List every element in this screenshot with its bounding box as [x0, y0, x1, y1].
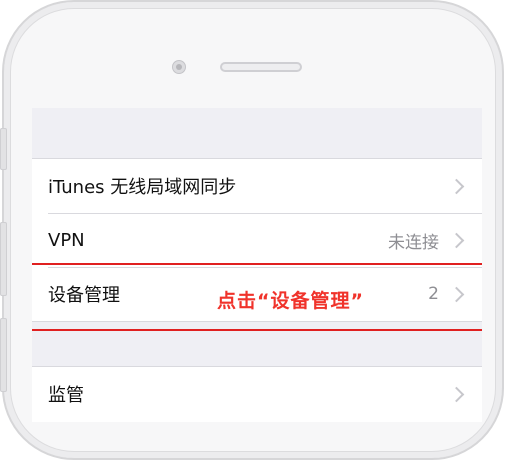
chevron-right-icon: [448, 286, 465, 302]
row-label: 监管: [48, 385, 84, 406]
settings-screen: iTunes 无线局域网同步 VPN 未连接 设备管理 2 点击“设备管理” 监…: [32, 108, 482, 422]
vpn-row[interactable]: VPN 未连接: [32, 213, 482, 267]
highlight-line: [32, 263, 482, 265]
chevron-right-icon: [448, 178, 465, 194]
volume-button: [0, 318, 7, 392]
settings-group: 监管: [32, 366, 482, 422]
front-camera: [172, 60, 186, 74]
row-value: 2: [428, 284, 439, 304]
row-value: 未连接: [388, 232, 439, 253]
chevron-right-icon: [448, 386, 465, 402]
itunes-wifi-sync-row[interactable]: iTunes 无线局域网同步: [32, 159, 482, 213]
volume-button: [0, 128, 7, 170]
annotation-text: 点击“设备管理”: [217, 290, 364, 312]
earpiece-speaker: [220, 62, 302, 72]
row-label: VPN: [48, 229, 85, 251]
row-label: iTunes 无线局域网同步: [48, 177, 237, 198]
supervision-row[interactable]: 监管: [32, 367, 482, 421]
volume-button: [0, 222, 7, 296]
chevron-right-icon: [448, 232, 465, 248]
highlight-line: [32, 329, 482, 331]
